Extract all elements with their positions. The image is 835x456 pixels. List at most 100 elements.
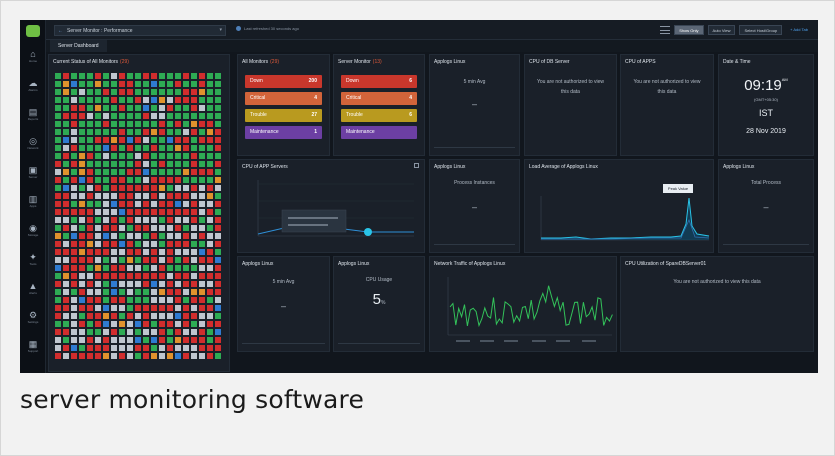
monitor-status-cell[interactable] (71, 153, 77, 159)
monitor-status-cell[interactable] (175, 201, 181, 207)
monitor-status-cell[interactable] (215, 281, 221, 287)
monitor-status-cell[interactable] (175, 353, 181, 359)
monitor-status-cell[interactable] (87, 89, 93, 95)
monitor-status-cell[interactable] (215, 321, 221, 327)
monitor-status-cell[interactable] (183, 177, 189, 183)
monitor-status-cell[interactable] (135, 137, 141, 143)
monitor-status-cell[interactable] (119, 137, 125, 143)
monitor-status-cell[interactable] (191, 161, 197, 167)
monitor-status-cell[interactable] (215, 121, 221, 127)
monitor-status-cell[interactable] (111, 265, 117, 271)
monitor-status-cell[interactable] (63, 257, 69, 263)
monitor-status-cell[interactable] (167, 201, 173, 207)
monitor-status-cell[interactable] (111, 281, 117, 287)
monitor-status-cell[interactable] (199, 321, 205, 327)
monitor-status-cell[interactable] (215, 81, 221, 87)
monitor-status-cell[interactable] (79, 273, 85, 279)
monitor-status-cell[interactable] (215, 225, 221, 231)
monitor-status-cell[interactable] (143, 345, 149, 351)
monitor-status-cell[interactable] (167, 353, 173, 359)
monitor-status-cell[interactable] (95, 329, 101, 335)
monitor-status-cell[interactable] (199, 281, 205, 287)
monitor-status-cell[interactable] (207, 345, 213, 351)
monitor-status-cell[interactable] (119, 153, 125, 159)
monitor-status-cell[interactable] (159, 321, 165, 327)
monitor-status-cell[interactable] (183, 297, 189, 303)
monitor-status-cell[interactable] (103, 121, 109, 127)
monitor-status-cell[interactable] (95, 209, 101, 215)
monitor-status-cell[interactable] (71, 145, 77, 151)
monitor-status-cell[interactable] (215, 153, 221, 159)
monitor-status-cell[interactable] (103, 329, 109, 335)
monitor-status-cell[interactable] (111, 153, 117, 159)
monitor-status-cell[interactable] (167, 241, 173, 247)
monitor-status-cell[interactable] (215, 345, 221, 351)
monitor-status-cell[interactable] (183, 89, 189, 95)
monitor-status-cell[interactable] (87, 81, 93, 87)
monitor-status-cell[interactable] (199, 177, 205, 183)
monitor-status-cell[interactable] (55, 281, 61, 287)
monitor-status-cell[interactable] (183, 289, 189, 295)
monitor-status-cell[interactable] (87, 353, 93, 359)
monitor-status-cell[interactable] (79, 241, 85, 247)
monitor-status-cell[interactable] (55, 313, 61, 319)
monitor-status-cell[interactable] (199, 145, 205, 151)
monitor-status-cell[interactable] (159, 337, 165, 343)
monitor-status-cell[interactable] (63, 249, 69, 255)
monitor-status-cell[interactable] (135, 257, 141, 263)
monitor-status-cell[interactable] (71, 329, 77, 335)
monitor-status-cell[interactable] (151, 193, 157, 199)
monitor-status-cell[interactable] (175, 249, 181, 255)
monitor-status-cell[interactable] (135, 169, 141, 175)
monitor-status-cell[interactable] (87, 105, 93, 111)
monitor-status-cell[interactable] (79, 193, 85, 199)
monitor-status-cell[interactable] (199, 153, 205, 159)
monitor-status-cell[interactable] (159, 185, 165, 191)
sidebar-item-reports[interactable]: ▤ Reports (20, 102, 46, 128)
monitor-status-cell[interactable] (79, 297, 85, 303)
monitor-status-cell[interactable] (79, 97, 85, 103)
down-count-bar[interactable]: Down 6 (341, 75, 417, 88)
monitor-status-cell[interactable] (183, 345, 189, 351)
monitor-status-cell[interactable] (87, 145, 93, 151)
monitor-status-cell[interactable] (215, 217, 221, 223)
monitor-status-cell[interactable] (159, 81, 165, 87)
monitor-status-cell[interactable] (167, 265, 173, 271)
monitor-status-cell[interactable] (151, 321, 157, 327)
monitor-status-cell[interactable] (119, 233, 125, 239)
monitor-status-cell[interactable] (191, 321, 197, 327)
monitor-status-cell[interactable] (71, 129, 77, 135)
monitor-status-cell[interactable] (135, 193, 141, 199)
monitor-status-cell[interactable] (63, 281, 69, 287)
monitor-status-cell[interactable] (143, 353, 149, 359)
monitor-status-cell[interactable] (207, 265, 213, 271)
monitor-status-cell[interactable] (103, 233, 109, 239)
monitor-status-cell[interactable] (87, 337, 93, 343)
monitor-status-cell[interactable] (79, 153, 85, 159)
sidebar-item-apps[interactable]: ▥ Apps (20, 189, 46, 215)
monitor-status-cell[interactable] (151, 289, 157, 295)
monitor-status-cell[interactable] (79, 121, 85, 127)
monitor-status-cell[interactable] (167, 97, 173, 103)
monitor-status-cell[interactable] (103, 241, 109, 247)
monitor-status-cell[interactable] (207, 73, 213, 79)
monitor-status-cell[interactable] (87, 289, 93, 295)
monitor-status-cell[interactable] (87, 305, 93, 311)
monitor-status-cell[interactable] (143, 201, 149, 207)
monitor-status-cell[interactable] (159, 297, 165, 303)
monitor-status-cell[interactable] (167, 225, 173, 231)
monitor-status-cell[interactable] (135, 105, 141, 111)
monitor-status-cell[interactable] (127, 313, 133, 319)
monitor-status-cell[interactable] (103, 153, 109, 159)
monitor-status-cell[interactable] (71, 161, 77, 167)
monitor-status-cell[interactable] (159, 105, 165, 111)
monitor-status-cell[interactable] (199, 89, 205, 95)
monitor-status-cell[interactable] (191, 337, 197, 343)
monitor-status-cell[interactable] (55, 97, 61, 103)
monitor-status-cell[interactable] (143, 177, 149, 183)
monitor-status-cell[interactable] (103, 217, 109, 223)
monitor-status-cell[interactable] (159, 353, 165, 359)
monitor-status-cell[interactable] (159, 289, 165, 295)
monitor-status-cell[interactable] (127, 241, 133, 247)
monitor-status-cell[interactable] (215, 129, 221, 135)
